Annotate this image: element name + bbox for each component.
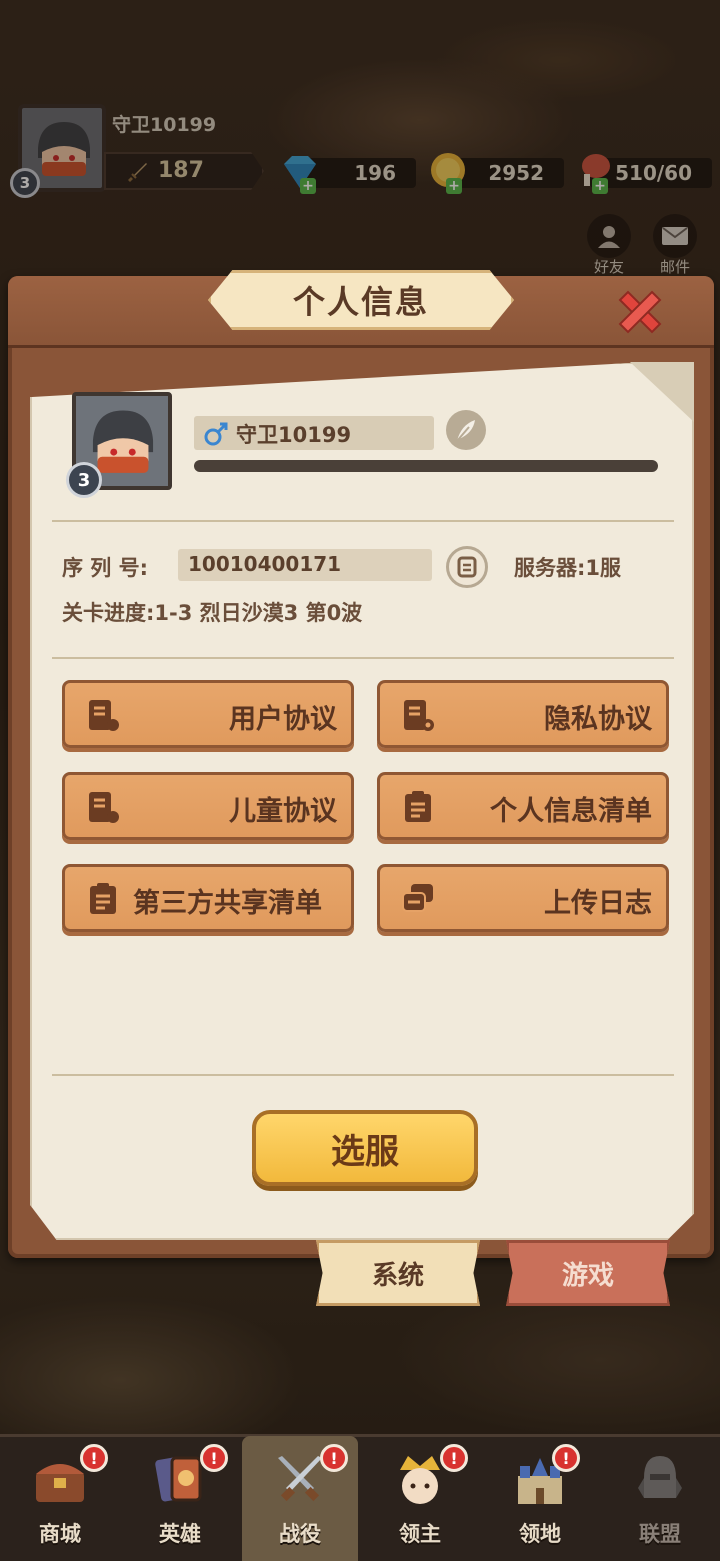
nav-lord-label: 领主 [399, 1522, 441, 1546]
serial-field: 10010400171 [178, 549, 432, 581]
divider [52, 657, 674, 659]
user-agreement-button[interactable]: 用户协议 [62, 680, 354, 748]
notification-badge: ! [440, 1444, 468, 1472]
serial-value: 10010400171 [188, 552, 342, 576]
child-agreement-label: 儿童协议 [229, 796, 337, 827]
select-server-label: 选服 [331, 1131, 399, 1172]
privacy-agreement-button[interactable]: 隐私协议 [377, 680, 669, 748]
feather-icon [456, 420, 475, 442]
clipboard-icon [90, 883, 116, 914]
nav-territory-label: 领地 [519, 1522, 561, 1546]
notification-badge: ! [552, 1444, 580, 1472]
profile-level-badge: 3 [66, 462, 102, 498]
upload-log-label: 上传日志 [544, 888, 652, 919]
nav-alliance[interactable]: 联盟 [602, 1436, 718, 1561]
personal-info-list-label: 个人信息清单 [490, 796, 652, 827]
document-user-icon [89, 700, 119, 731]
nav-heroes[interactable]: 英雄 ! [122, 1436, 238, 1561]
nav-alliance-label: 联盟 [639, 1522, 681, 1546]
nav-campaign-label: 战役 [279, 1522, 321, 1546]
panel-title: 个人信息 [292, 283, 429, 321]
nav-shop[interactable]: 商城 ! [2, 1436, 118, 1561]
rename-button[interactable] [446, 410, 486, 450]
third-party-list-label: 第三方共享清单 [133, 888, 322, 919]
upload-log-button[interactable]: 上传日志 [377, 864, 669, 932]
nav-shop-label: 商城 [39, 1522, 81, 1546]
notification-badge: ! [80, 1444, 108, 1472]
nav-campaign[interactable]: 战役 ! [242, 1436, 358, 1561]
third-party-list-button[interactable]: 第三方共享清单 [62, 864, 354, 932]
divider [52, 1074, 674, 1076]
nav-territory[interactable]: 领地 ! [482, 1436, 598, 1561]
notification-badge: ! [320, 1444, 348, 1472]
stage-progress: 关卡进度:1-3 烈日沙漠3 第0波 [62, 601, 363, 625]
nav-heroes-label: 英雄 [159, 1522, 201, 1546]
tab-system-label: 系统 [371, 1260, 424, 1291]
document-child-icon [89, 792, 119, 823]
close-icon[interactable] [612, 284, 668, 340]
notification-badge: ! [200, 1444, 228, 1472]
privacy-agreement-label: 隐私协议 [544, 704, 652, 735]
chat-log-icon [402, 884, 433, 912]
clipboard-icon [405, 791, 431, 822]
male-icon [204, 422, 228, 446]
select-server-button[interactable]: 选服 [252, 1110, 478, 1186]
server-info: 服务器:1服 [514, 556, 622, 580]
user-agreement-label: 用户协议 [229, 704, 337, 735]
tab-game-label: 游戏 [561, 1260, 614, 1291]
tab-system[interactable]: 系统 [316, 1240, 480, 1306]
personal-info-list-button[interactable]: 个人信息清单 [377, 772, 669, 840]
experience-bar [194, 460, 658, 472]
player-name: 守卫10199 [236, 423, 352, 447]
tab-game[interactable]: 游戏 [506, 1240, 670, 1306]
nav-lord[interactable]: 领主 ! [362, 1436, 478, 1561]
player-name-field: 守卫10199 [194, 416, 434, 450]
document-privacy-icon [404, 700, 434, 731]
panel-title-ribbon: 个人信息 [208, 270, 514, 330]
child-agreement-button[interactable]: 儿童协议 [62, 772, 354, 840]
copy-icon [457, 556, 477, 578]
divider [52, 520, 674, 522]
alliance-knight-icon [638, 1456, 682, 1498]
serial-label: 序 列 号: [62, 556, 149, 580]
copy-serial-button[interactable] [446, 546, 488, 588]
